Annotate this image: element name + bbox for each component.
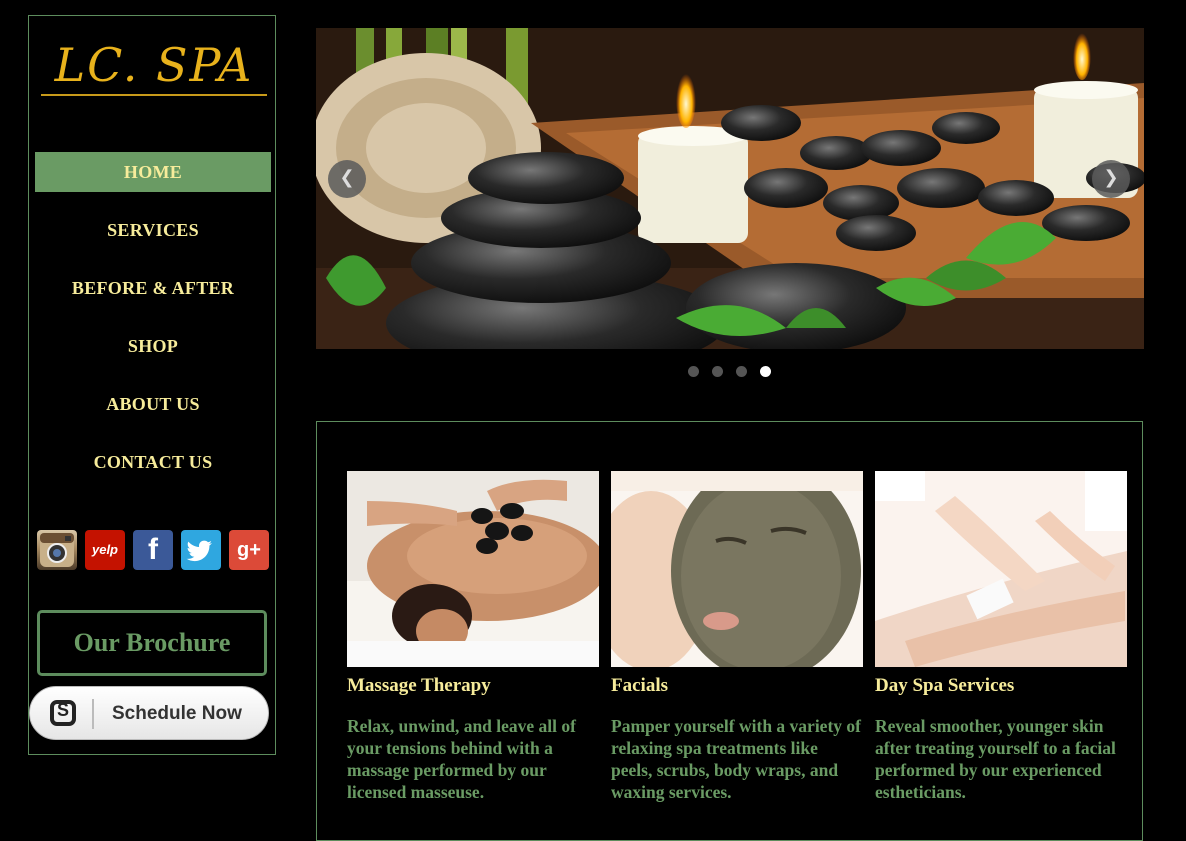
brochure-button[interactable]: Our Brochure xyxy=(37,610,267,676)
service-card-facials[interactable]: Facials Pamper yourself with a variety o… xyxy=(611,471,863,803)
twitter-icon[interactable] xyxy=(181,530,221,570)
slider-dot-4[interactable] xyxy=(760,366,771,377)
service-title[interactable]: Massage Therapy xyxy=(347,675,599,701)
facial-image[interactable] xyxy=(611,471,863,667)
nav-item-home[interactable]: HOME xyxy=(35,152,271,192)
nav-item-shop[interactable]: SHOP xyxy=(35,326,271,366)
nav-item-before-after[interactable]: BEFORE & AFTER xyxy=(35,268,271,308)
nav-item-services[interactable]: SERVICES xyxy=(35,210,271,250)
main-nav: HOME SERVICES BEFORE & AFTER SHOP ABOUT … xyxy=(35,152,271,500)
service-title[interactable]: Day Spa Services xyxy=(875,675,1127,701)
site-logo[interactable]: LC. SPA xyxy=(41,36,267,96)
schedule-now-label: Schedule Now xyxy=(112,703,242,724)
hero-image xyxy=(316,28,1144,349)
divider xyxy=(92,699,94,729)
google-plus-icon[interactable]: g+ xyxy=(229,530,269,570)
waxing-image[interactable] xyxy=(875,471,1127,667)
massage-image[interactable] xyxy=(347,471,599,667)
yelp-icon[interactable]: yelp xyxy=(85,530,125,570)
slider-prev-button[interactable]: ❮ xyxy=(328,160,366,198)
facebook-icon[interactable]: f xyxy=(133,530,173,570)
service-description: Pamper yourself with a variety of relaxi… xyxy=(611,716,861,802)
service-card-massage[interactable]: Massage Therapy Relax, unwind, and leave… xyxy=(347,471,599,803)
slider-dot-3[interactable] xyxy=(736,366,747,377)
instagram-icon[interactable] xyxy=(37,530,77,570)
services-panel: Massage Therapy Relax, unwind, and leave… xyxy=(316,421,1143,841)
slider-dot-2[interactable] xyxy=(712,366,723,377)
service-card-day-spa[interactable]: Day Spa Services Reveal smoother, younge… xyxy=(875,471,1127,803)
sidebar: LC. SPA HOME SERVICES BEFORE & AFTER SHO… xyxy=(28,15,276,755)
nav-item-contact-us[interactable]: CONTACT US xyxy=(35,442,271,482)
nav-item-about-us[interactable]: ABOUT US xyxy=(35,384,271,424)
schedulicity-icon xyxy=(50,700,76,726)
slider-next-button[interactable]: ❯ xyxy=(1092,160,1130,198)
hero-slider[interactable]: ❮ ❯ xyxy=(316,28,1144,349)
service-description: Reveal smoother, younger skin after trea… xyxy=(875,716,1116,802)
schedule-now-button[interactable]: Schedule Now xyxy=(29,686,269,740)
service-description: Relax, unwind, and leave all of your ten… xyxy=(347,716,576,802)
service-title[interactable]: Facials xyxy=(611,675,863,701)
slider-dot-1[interactable] xyxy=(688,366,699,377)
social-links: yelp f g+ xyxy=(37,530,273,570)
